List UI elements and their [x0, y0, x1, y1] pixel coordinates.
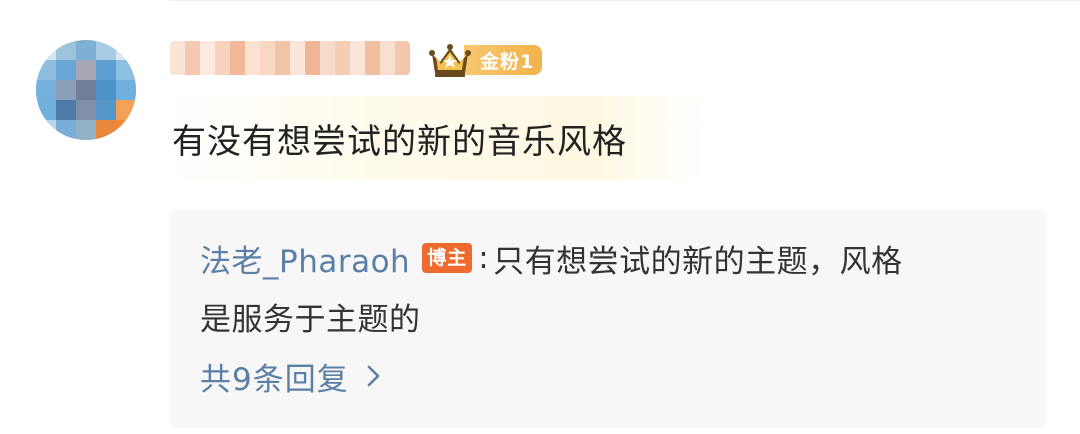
- top-divider: [170, 0, 1080, 1]
- reply-first-line: 法老_Pharaoh 博主 : 只有想尝试的新的主题，风格: [200, 236, 903, 280]
- view-replies-link[interactable]: 共9条回复: [200, 354, 383, 398]
- reply-text-line1: 只有想尝试的新的主题，风格: [493, 243, 903, 280]
- fan-level-label: 金粉1: [464, 45, 543, 75]
- reply-count-label: 共9条回复: [200, 361, 349, 398]
- reply-text-line2: 是服务于主题的: [200, 301, 421, 338]
- avatar[interactable]: [36, 40, 136, 140]
- reply-preview[interactable]: 法老_Pharaoh 博主 : 只有想尝试的新的主题，风格 是服务于主题的 共9…: [170, 210, 1046, 428]
- username-blurred[interactable]: [170, 38, 410, 78]
- author-badge: 博主: [422, 243, 473, 273]
- reply-author-name[interactable]: 法老_Pharaoh: [200, 236, 410, 281]
- chevron-right-icon: [367, 365, 380, 387]
- comment-text[interactable]: 有没有想尝试的新的音乐风格: [158, 96, 707, 180]
- reply-second-line: 是服务于主题的: [200, 294, 421, 338]
- reply-separator: :: [478, 240, 490, 276]
- crown-icon: [429, 44, 471, 77]
- fan-level-badge[interactable]: 金粉1: [428, 40, 543, 80]
